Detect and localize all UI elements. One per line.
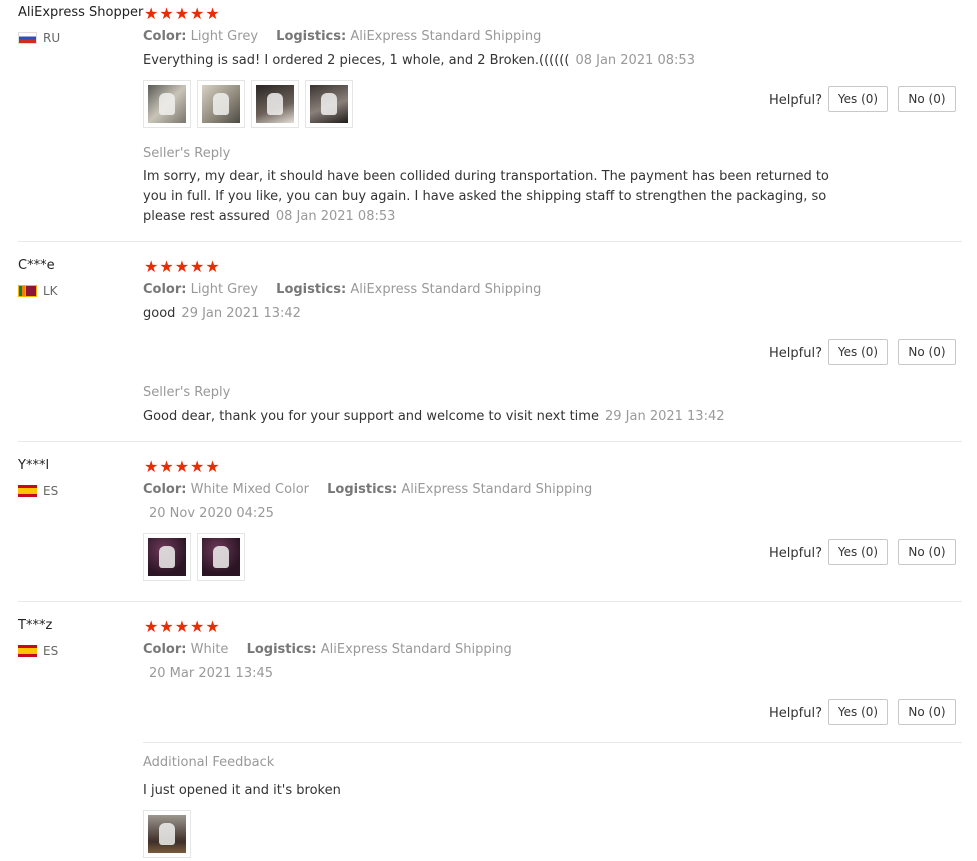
color-label: Color: (143, 482, 187, 497)
additional-feedback-text: I just opened it and it's broken (143, 783, 341, 798)
reviewer-country: ES (18, 644, 58, 658)
helpful-label: Helpful? (769, 93, 822, 108)
review-date: 20 Nov 2020 04:25 (149, 506, 274, 521)
flag-icon (18, 645, 37, 657)
color-value: White Mixed Color (190, 482, 309, 497)
helpful-label: Helpful? (769, 706, 822, 721)
reviewer-name: Y***l (18, 458, 50, 473)
reviewer-name: T***z (18, 618, 53, 633)
review-body: good (143, 306, 176, 321)
helpful-no-button[interactable]: No (0) (898, 699, 956, 725)
seller-reply: Im sorry, my dear, it should have been c… (143, 167, 833, 227)
seller-reply-text: Im sorry, my dear, it should have been c… (143, 169, 829, 224)
color-label: Color: (143, 29, 187, 44)
review-meta: Color: Light Grey Logistics: AliExpress … (143, 282, 541, 297)
helpful-label: Helpful? (769, 346, 822, 361)
reviewer-name: AliExpress Shopper (18, 5, 144, 20)
logistics-label: Logistics: (327, 482, 398, 497)
helpful-yes-button[interactable]: Yes (0) (828, 339, 888, 365)
flag-icon (18, 32, 37, 44)
logistics-value: AliExpress Standard Shipping (350, 282, 542, 297)
review-photo[interactable] (197, 533, 245, 581)
review-meta: Color: White Mixed Color Logistics: AliE… (143, 482, 592, 497)
review-meta: Color: Light Grey Logistics: AliExpress … (143, 29, 541, 44)
helpful-no-button[interactable]: No (0) (898, 539, 956, 565)
star-rating: ★★★★★ (144, 257, 221, 276)
logistics-value: AliExpress Standard Shipping (350, 29, 542, 44)
review-divider (18, 241, 962, 242)
feedback-divider (143, 742, 962, 743)
review-text: 20 Mar 2021 13:45 (143, 664, 273, 684)
seller-reply-text: Good dear, thank you for your support an… (143, 409, 599, 424)
review-photo[interactable] (143, 80, 191, 128)
logistics-value: AliExpress Standard Shipping (320, 642, 512, 657)
seller-reply-title: Seller's Reply (143, 385, 231, 400)
review-date: 08 Jan 2021 08:53 (575, 53, 695, 68)
review-text: Everything is sad! I ordered 2 pieces, 1… (143, 51, 695, 71)
flag-icon (18, 285, 37, 297)
review-photos (143, 810, 191, 858)
review-text: 20 Nov 2020 04:25 (143, 504, 274, 524)
country-code: LK (43, 284, 58, 298)
review-divider (18, 601, 962, 602)
review-photo[interactable] (305, 80, 353, 128)
color-label: Color: (143, 282, 187, 297)
seller-reply-date: 29 Jan 2021 13:42 (604, 409, 725, 424)
additional-feedback-title: Additional Feedback (143, 755, 275, 770)
country-code: ES (43, 484, 59, 498)
review-date: 29 Jan 2021 13:42 (181, 306, 301, 321)
color-value: Light Grey (190, 29, 259, 44)
helpful-no-button[interactable]: No (0) (898, 86, 956, 112)
review-text: good 29 Jan 2021 13:42 (143, 304, 301, 324)
review-photo[interactable] (251, 80, 299, 128)
helpful-yes-button[interactable]: Yes (0) (828, 699, 888, 725)
seller-reply-title: Seller's Reply (143, 146, 231, 161)
flag-icon (18, 485, 37, 497)
helpful-yes-button[interactable]: Yes (0) (828, 86, 888, 112)
country-code: RU (43, 31, 61, 45)
review-photo[interactable] (197, 80, 245, 128)
review-photos (143, 533, 245, 581)
reviewer-country: LK (18, 284, 58, 298)
review-meta: Color: White Logistics: AliExpress Stand… (143, 642, 512, 657)
color-value: White (190, 642, 229, 657)
color-value: Light Grey (190, 282, 259, 297)
logistics-value: AliExpress Standard Shipping (401, 482, 593, 497)
review-photos (143, 80, 353, 128)
helpful-yes-button[interactable]: Yes (0) (828, 539, 888, 565)
reviewer-country: RU (18, 31, 60, 45)
color-label: Color: (143, 642, 187, 657)
logistics-label: Logistics: (276, 282, 347, 297)
review-photo[interactable] (143, 810, 191, 858)
helpful-label: Helpful? (769, 546, 822, 561)
seller-reply-date: 08 Jan 2021 08:53 (275, 209, 396, 224)
reviewer-name: C***e (18, 258, 55, 273)
country-code: ES (43, 644, 59, 658)
star-rating: ★★★★★ (144, 617, 221, 636)
review-divider (18, 441, 962, 442)
star-rating: ★★★★★ (144, 457, 221, 476)
seller-reply: Good dear, thank you for your support an… (143, 407, 833, 427)
review-date: 20 Mar 2021 13:45 (149, 666, 274, 681)
review-body: Everything is sad! I ordered 2 pieces, 1… (143, 53, 570, 68)
reviewer-country: ES (18, 484, 58, 498)
logistics-label: Logistics: (246, 642, 317, 657)
star-rating: ★★★★★ (144, 4, 221, 23)
logistics-label: Logistics: (276, 29, 347, 44)
review-photo[interactable] (143, 533, 191, 581)
helpful-no-button[interactable]: No (0) (898, 339, 956, 365)
